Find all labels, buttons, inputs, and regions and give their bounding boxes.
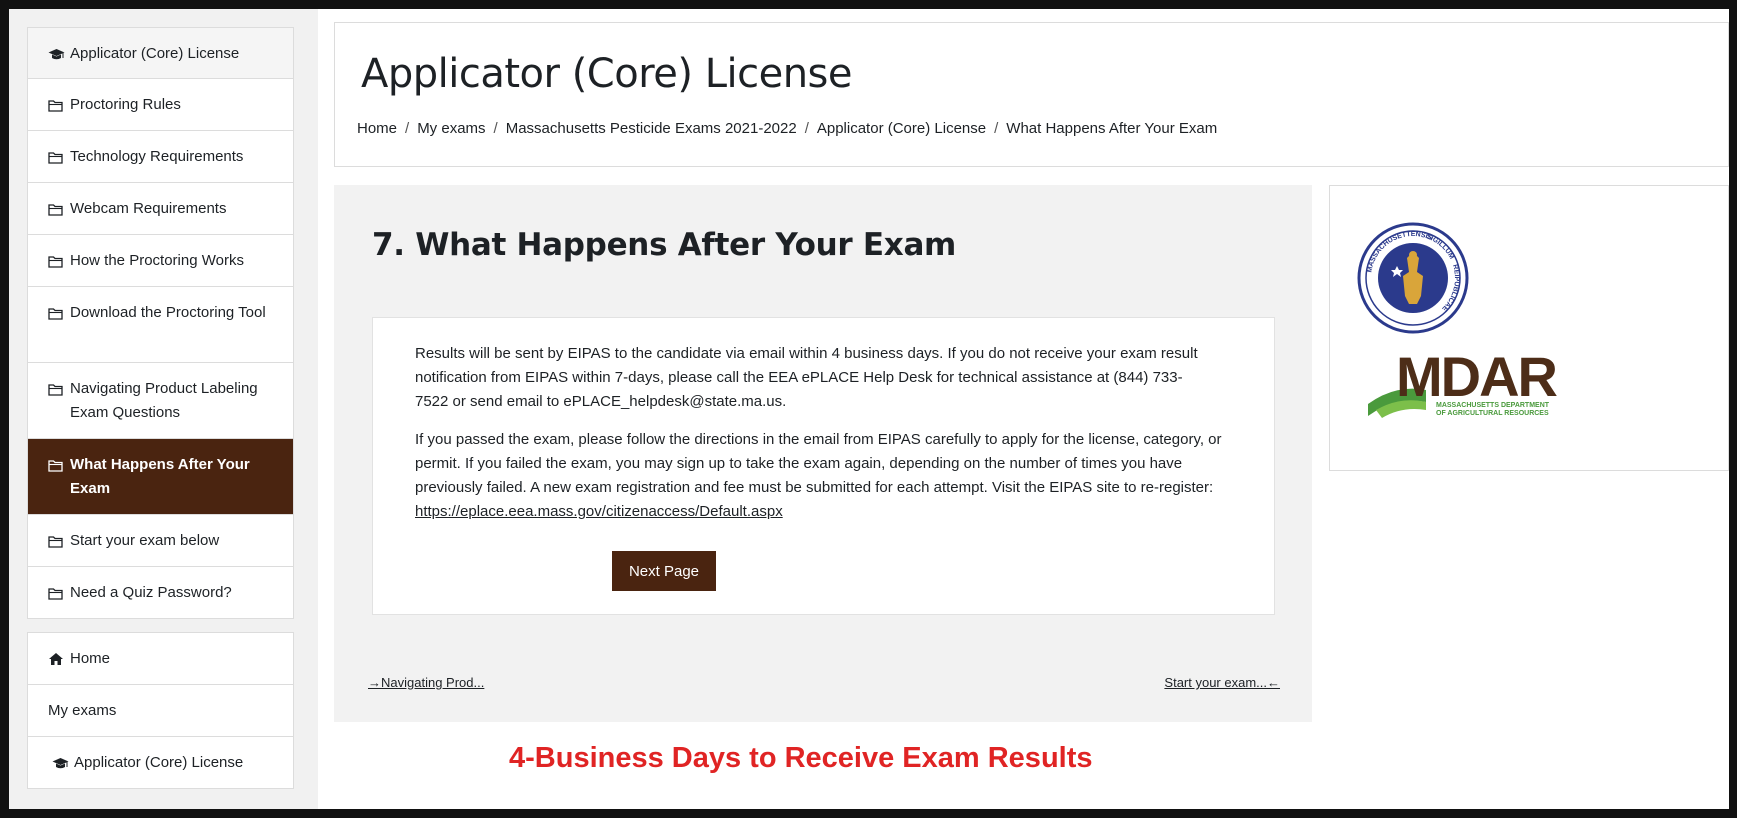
breadcrumb-separator: / [493, 120, 498, 137]
sidebar-site-item-label: Applicator (Core) License [74, 754, 244, 771]
main-content: 7. What Happens After Your Exam Results … [334, 185, 1312, 722]
content-box: Results will be sent by EIPAS to the can… [372, 317, 1275, 615]
page-header: Applicator (Core) License Home / My exams /… [334, 22, 1729, 167]
sidebar-item-label: What Happens After Your Exam [70, 456, 250, 497]
next-page-button[interactable]: Next Page [612, 551, 716, 591]
sidebar-item-label: Proctoring Rules [70, 96, 181, 113]
sidebar-item[interactable]: What Happens After Your Exam [28, 439, 293, 515]
sidebar-item[interactable]: Proctoring Rules [28, 79, 293, 131]
breadcrumb-item[interactable]: Home [357, 120, 397, 137]
home-icon [48, 647, 70, 671]
results-caption: 4-Business Days to Receive Exam Results [509, 742, 1093, 774]
folder-icon [48, 453, 70, 477]
sidebar-item-label: Navigating Product Labeling Exam Questio… [70, 380, 258, 421]
sidebar-item-label: How the Proctoring Works [70, 252, 244, 269]
sidebar-site-item[interactable]: Applicator (Core) License [28, 737, 293, 788]
graduation-cap-icon [48, 42, 70, 66]
sidebar-site-item[interactable]: Home [28, 633, 293, 685]
folder-icon [48, 301, 70, 325]
breadcrumb-separator: / [994, 120, 999, 137]
folder-icon [48, 377, 70, 401]
site-nav-block: Home My exams Applicator (Core) License [27, 632, 294, 789]
sidebar-item[interactable]: How the Proctoring Works [28, 235, 293, 287]
sidebar-item-label: Webcam Requirements [70, 200, 227, 217]
eipas-link[interactable]: https://eplace.eea.mass.gov/citizenacces… [415, 503, 783, 520]
sidebar-item[interactable]: Technology Requirements [28, 131, 293, 183]
breadcrumb: Home / My exams / Massachusetts Pesticide Ex… [357, 120, 1217, 137]
sidebar-item[interactable]: Webcam Requirements [28, 183, 293, 235]
mdar-wordmark: MDAR [1396, 345, 1558, 408]
sidebar-item-label: Download the Proctoring Tool [70, 304, 266, 321]
prev-activity-link[interactable]: →Navigating Prod... [368, 675, 484, 690]
mdar-sub1: MASSACHUSETTS DEPARTMENT [1436, 402, 1550, 409]
breadcrumb-separator: / [804, 120, 809, 137]
sidebar-item-label: Technology Requirements [70, 148, 244, 165]
breadcrumb-separator: / [405, 120, 410, 137]
folder-icon [48, 93, 70, 117]
retake-paragraph: If you passed the exam, please follow th… [415, 428, 1230, 524]
breadcrumb-item[interactable]: Applicator (Core) License [817, 120, 986, 137]
sidebar: Applicator (Core) License Proctoring Rule… [9, 9, 318, 809]
sidebar-item-label: Need a Quiz Password? [70, 584, 232, 601]
sidebar-item[interactable]: Need a Quiz Password? [28, 567, 293, 618]
screenshot-frame: Applicator (Core) License Proctoring Rule… [0, 0, 1737, 818]
sidebar-item[interactable]: Applicator (Core) License [28, 28, 293, 79]
breadcrumb-item[interactable]: Massachusetts Pesticide Exams 2021-2022 [506, 120, 797, 137]
sidebar-site-item-label: Home [70, 650, 111, 667]
next-activity-link[interactable]: Start your exam...← [1164, 675, 1280, 690]
course-nav-block: Applicator (Core) License Proctoring Rule… [27, 27, 294, 619]
mdar-sub2: OF AGRICULTURAL RESOURCES [1436, 410, 1549, 417]
results-paragraph: Results will be sent by EIPAS to the can… [415, 345, 1198, 410]
massachusetts-seal-icon: MASSACHUSETTENSIS SIGILLUM REIPUBLICAE [1357, 222, 1469, 334]
folder-icon [48, 529, 70, 553]
retake-text: If you passed the exam, please follow th… [415, 431, 1222, 496]
page-title: Applicator (Core) License [361, 51, 853, 97]
sidebar-item-label: Start your exam below [70, 532, 220, 549]
folder-icon [48, 581, 70, 605]
sidebar-site-item-label: My exams [48, 702, 117, 719]
logo-card: MASSACHUSETTENSIS SIGILLUM REIPUBLICAE M… [1329, 185, 1729, 471]
sidebar-item-label: Applicator (Core) License [70, 45, 240, 62]
section-title: 7. What Happens After Your Exam [372, 227, 957, 263]
breadcrumb-item[interactable]: My exams [417, 120, 485, 137]
sidebar-item[interactable]: Navigating Product Labeling Exam Questio… [28, 363, 293, 439]
folder-icon [48, 249, 70, 273]
sidebar-item[interactable]: Download the Proctoring Tool [28, 287, 293, 363]
folder-icon [48, 197, 70, 221]
folder-icon [48, 145, 70, 169]
graduation-cap-icon [52, 751, 74, 775]
sidebar-item[interactable]: Start your exam below [28, 515, 293, 567]
breadcrumb-item: What Happens After Your Exam [1006, 120, 1218, 137]
mdar-logo: MDAR MASSACHUSETTS DEPARTMENT OF AGRICUL… [1368, 345, 1560, 418]
sidebar-site-item[interactable]: My exams [28, 685, 293, 737]
